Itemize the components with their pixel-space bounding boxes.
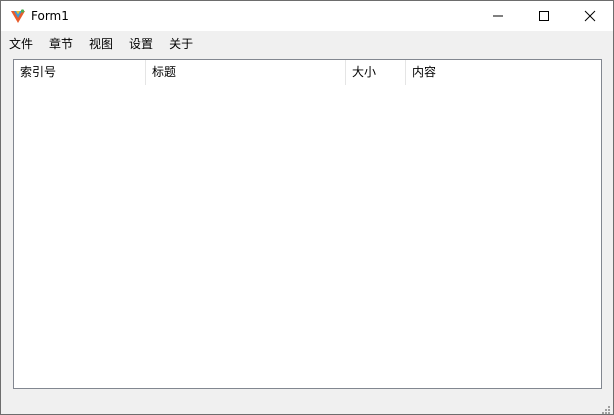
maximize-button[interactable] xyxy=(521,1,567,31)
menu-chapter[interactable]: 章节 xyxy=(41,31,81,58)
menu-settings[interactable]: 设置 xyxy=(121,31,161,58)
minimize-icon xyxy=(492,7,504,26)
maximize-icon xyxy=(538,7,550,26)
column-header-index[interactable]: 索引号 xyxy=(14,60,146,85)
window-title: Form1 xyxy=(31,9,69,23)
chapter-list-view[interactable]: 索引号 标题 大小 内容 xyxy=(13,59,602,389)
list-header: 索引号 标题 大小 内容 xyxy=(14,60,601,85)
menu-about[interactable]: 关于 xyxy=(161,31,201,58)
close-button[interactable] xyxy=(567,1,613,31)
app-logo-icon xyxy=(9,7,27,25)
column-header-content[interactable]: 内容 xyxy=(406,60,486,85)
size-grip-icon[interactable] xyxy=(599,400,611,414)
main-window: Form1 文件 章节 视图 设置 关于 索引号 标题 大小 内容 xyxy=(0,0,614,415)
menu-view[interactable]: 视图 xyxy=(81,31,121,58)
close-icon xyxy=(584,7,596,26)
menu-bar: 文件 章节 视图 设置 关于 xyxy=(1,31,375,58)
column-header-title[interactable]: 标题 xyxy=(146,60,346,85)
title-bar[interactable]: Form1 xyxy=(1,1,613,31)
column-header-size[interactable]: 大小 xyxy=(346,60,406,85)
minimize-button[interactable] xyxy=(475,1,521,31)
status-bar xyxy=(1,393,613,414)
menu-file[interactable]: 文件 xyxy=(1,31,41,58)
